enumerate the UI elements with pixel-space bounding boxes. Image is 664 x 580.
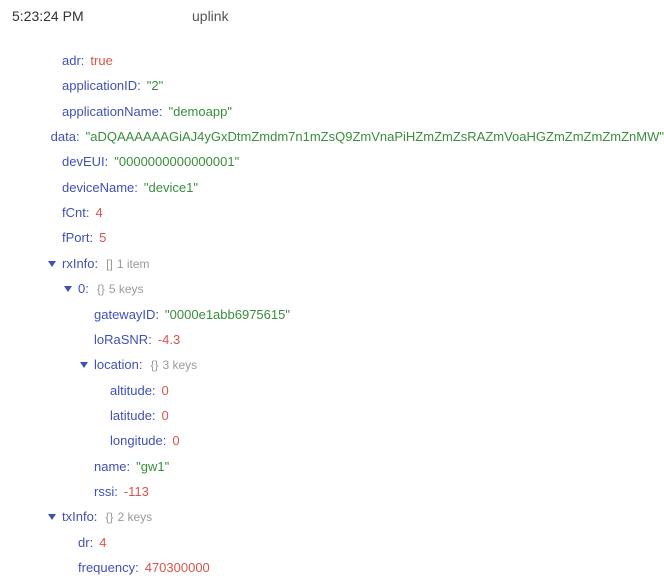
field-applicationID[interactable]: applicationID 2 [48,73,664,98]
type-hint-object: {} [97,278,105,301]
key-adr: adr [62,48,90,73]
meta-rxInfo-0: 5 keys [109,278,144,301]
value-devEUI: 0000000000000001 [114,149,239,174]
key-name: name [94,454,136,479]
event-header: 5:23:24 PM uplink [0,8,664,48]
key-data: data [51,124,86,149]
field-longitude[interactable]: longitude 0 [48,428,664,453]
key-frequency: frequency [78,555,145,580]
field-data[interactable]: data aDQAAAAAAGiAJ4yGxDtmZmdm7n1mZsQ9ZmV… [48,124,664,149]
field-devEUI[interactable]: devEUI 0000000000000001 [48,149,664,174]
key-dr: dr [78,530,99,555]
field-applicationName[interactable]: applicationName demoapp [48,99,664,124]
type-hint-object: {} [150,354,158,377]
meta-rxInfo: 1 item [117,253,150,276]
field-fCnt[interactable]: fCnt 4 [48,200,664,225]
value-adr: true [90,48,112,73]
key-fPort: fPort [62,225,99,250]
field-dr[interactable]: dr 4 [48,530,664,555]
value-deviceName: device1 [144,175,198,200]
type-hint-array: [] [106,253,113,276]
key-fCnt: fCnt [62,200,95,225]
key-rxInfo-0: 0 [78,276,95,301]
field-deviceName[interactable]: deviceName device1 [48,175,664,200]
caret-down-icon[interactable] [48,514,56,520]
value-loRaSNR: -4.3 [158,327,180,352]
field-location[interactable]: location {} 3 keys [48,352,664,377]
key-altitude: altitude [110,378,162,403]
value-applicationName: demoapp [168,99,231,124]
field-txInfo[interactable]: txInfo {} 2 keys [48,504,664,529]
field-latitude[interactable]: latitude 0 [48,403,664,428]
type-hint-object: {} [105,506,113,529]
caret-down-icon[interactable] [64,286,72,292]
value-latitude: 0 [162,403,169,428]
key-applicationID: applicationID [62,73,147,98]
field-adr[interactable]: adr true [48,48,664,73]
key-rssi: rssi [94,479,124,504]
json-tree: adr true applicationID 2 applicationName… [0,48,664,580]
value-data: aDQAAAAAAGiAJ4yGxDtmZmdm7n1mZsQ9ZmVnaPiH… [86,124,664,149]
value-gatewayID: 0000e1abb6975615 [165,302,290,327]
key-location: location [94,352,148,377]
key-longitude: longitude [110,428,172,453]
key-devEUI: devEUI [62,149,114,174]
caret-down-icon[interactable] [48,261,56,267]
field-gatewayID[interactable]: gatewayID 0000e1abb6975615 [48,302,664,327]
meta-txInfo: 2 keys [117,506,152,529]
key-txInfo: txInfo [62,504,103,529]
event-type: uplink [192,8,229,24]
field-name[interactable]: name gw1 [48,454,664,479]
key-loRaSNR: loRaSNR [94,327,158,352]
key-latitude: latitude [110,403,162,428]
key-deviceName: deviceName [62,175,144,200]
value-dr: 4 [99,530,106,555]
caret-down-icon[interactable] [80,362,88,368]
field-loRaSNR[interactable]: loRaSNR -4.3 [48,327,664,352]
value-applicationID: 2 [147,73,163,98]
value-name: gw1 [136,454,169,479]
field-rxInfo[interactable]: rxInfo [] 1 item [48,251,664,276]
key-gatewayID: gatewayID [94,302,165,327]
value-altitude: 0 [162,378,169,403]
field-rssi[interactable]: rssi -113 [48,479,664,504]
value-frequency: 470300000 [145,555,210,580]
field-altitude[interactable]: altitude 0 [48,378,664,403]
event-timestamp: 5:23:24 PM [12,8,192,24]
field-rxInfo-0[interactable]: 0 {} 5 keys [48,276,664,301]
meta-location: 3 keys [162,354,197,377]
value-fCnt: 4 [95,200,102,225]
value-fPort: 5 [99,225,106,250]
field-fPort[interactable]: fPort 5 [48,225,664,250]
value-longitude: 0 [172,428,179,453]
key-rxInfo: rxInfo [62,251,104,276]
field-frequency[interactable]: frequency 470300000 [48,555,664,580]
value-rssi: -113 [124,479,149,504]
key-applicationName: applicationName [62,99,168,124]
